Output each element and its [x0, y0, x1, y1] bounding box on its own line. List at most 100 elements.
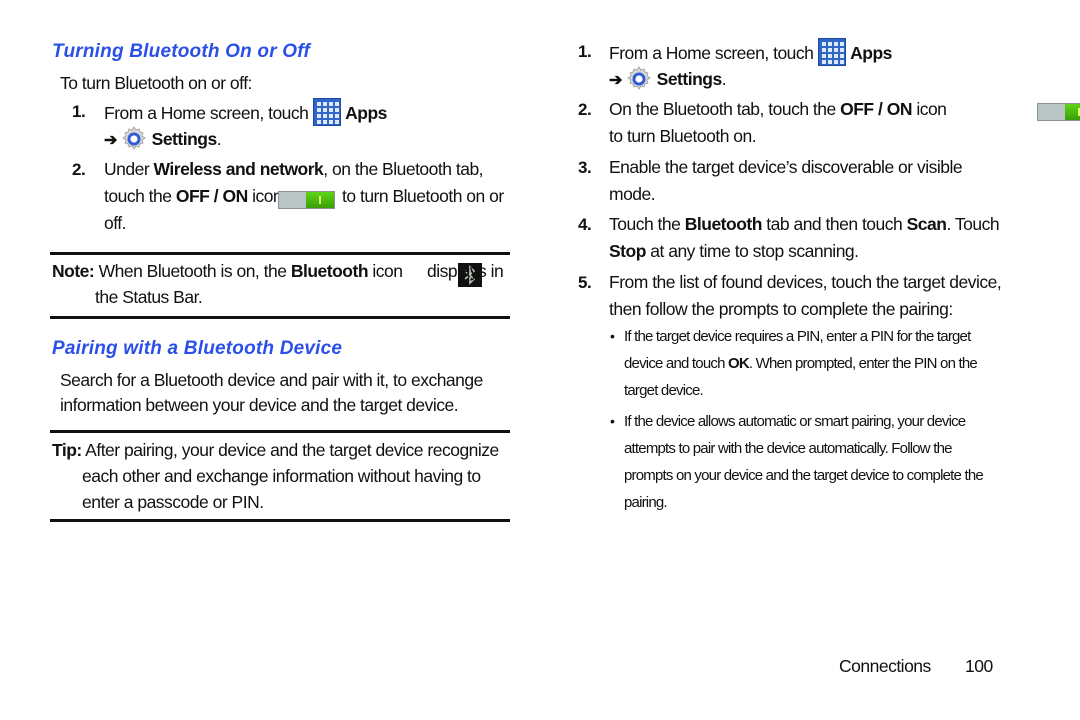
tip-line-3: enter a passcode or PIN.	[82, 492, 264, 512]
apps-grid-cell	[334, 120, 339, 124]
apps-grid-cell	[827, 42, 832, 46]
apps-grid-cell	[334, 108, 339, 112]
bullet-1-line-2: device and touch OK. When prompted, ente…	[624, 350, 978, 378]
bullet-2-line-3: prompts on your device and the target de…	[624, 467, 984, 484]
note-label: Note:	[52, 261, 95, 281]
apps-grid-cell	[839, 48, 844, 52]
step-1-settings-line: ➔ Settings.	[104, 126, 222, 154]
apps-label: Apps	[850, 43, 892, 63]
apps-grid-cell	[821, 48, 826, 52]
ok-label: OK	[727, 355, 750, 372]
text: at any time to stop scanning.	[645, 241, 859, 261]
text: icon	[368, 261, 403, 281]
text: tab and then touch	[761, 214, 907, 234]
off-on-toggle-icon	[1036, 103, 1080, 121]
pairing-paragraph-line-1: Search for a Bluetooth device and pair w…	[60, 370, 483, 390]
apps-grid-cell	[827, 54, 832, 58]
apps-grid-cell	[827, 60, 832, 64]
stop-label: Stop	[609, 241, 646, 261]
text: When Bluetooth is on, the	[94, 261, 291, 281]
settings-gear-icon	[122, 126, 147, 150]
text: icon	[911, 99, 947, 119]
divider	[50, 519, 510, 522]
text: From a Home screen, touch	[609, 43, 814, 63]
bluetooth-label: Bluetooth	[290, 261, 369, 281]
text: After pairing, your device and the targe…	[81, 440, 499, 460]
divider	[50, 430, 510, 433]
note-line-1: Note: When Bluetooth is on, the Bluetoot…	[52, 258, 403, 285]
right-step-1-text: From a Home screen, touch Apps	[609, 38, 892, 67]
text: , on the Bluetooth tab,	[323, 159, 484, 179]
apps-grid-cell	[839, 42, 844, 46]
apps-grid-cell	[827, 48, 832, 52]
intro-text: To turn Bluetooth on or off:	[60, 73, 252, 93]
pairing-paragraph-line-2: information between your device and the …	[60, 395, 459, 415]
tip-label: Tip:	[52, 440, 82, 460]
apps-grid-cell	[328, 114, 333, 118]
settings-label: Settings	[656, 69, 723, 89]
bullet-icon: •	[610, 328, 615, 344]
off-on-label: OFF / ON	[840, 99, 912, 119]
apps-grid-cell	[328, 120, 333, 124]
bullet-2-line-4: pairing.	[624, 494, 668, 511]
apps-grid-cell	[334, 102, 339, 106]
note-line-1b: displays in	[427, 261, 504, 281]
apps-grid-cell	[322, 102, 327, 106]
divider	[50, 316, 510, 319]
apps-grid-cell	[316, 102, 321, 106]
right-step-4-line-2: Stop at any time to stop scanning.	[609, 238, 859, 265]
bullet-1-line-1: If the target device requires a PIN, ent…	[624, 328, 971, 345]
step-2-line-2b: to turn Bluetooth on or	[342, 186, 504, 206]
apps-grid-cell	[322, 120, 327, 124]
settings-label: Settings	[151, 129, 218, 149]
apps-grid-cell	[316, 114, 321, 118]
text: . Touch	[946, 214, 1000, 234]
apps-grid-cell	[833, 60, 838, 64]
settings-gear-icon	[627, 66, 652, 90]
step-2-line-2: touch the OFF / ON icon	[104, 183, 283, 210]
right-step-2-line-2: to turn Bluetooth on.	[609, 126, 757, 146]
right-step-3-line-1: Enable the target device’s discoverable …	[609, 157, 963, 177]
text: device and touch	[624, 355, 728, 372]
step-number: 5.	[578, 273, 592, 292]
apps-grid-icon	[312, 98, 341, 126]
period: .	[721, 69, 727, 89]
apps-grid-cell	[833, 42, 838, 46]
apps-label: Apps	[345, 103, 387, 123]
bullet-2-line-1: If the device allows automatic or smart …	[624, 413, 966, 430]
apps-grid-cell	[316, 108, 321, 112]
note-line-2: the Status Bar.	[95, 287, 203, 307]
step-2-line-3: off.	[104, 213, 127, 233]
page-number: 100	[965, 656, 993, 676]
footer-section-name: Connections	[839, 656, 931, 676]
tip-line-1: Tip: After pairing, your device and the …	[52, 437, 499, 464]
divider	[50, 252, 510, 255]
right-step-5-line-1: From the list of found devices, touch th…	[609, 272, 1002, 292]
right-step-3-line-2: mode.	[609, 184, 656, 204]
bullet-icon: •	[610, 413, 615, 429]
text: . When prompted, enter the PIN on the	[748, 355, 978, 372]
off-on-toggle-icon	[278, 191, 335, 209]
text: Touch the	[609, 214, 685, 234]
right-step-5-line-2: then follow the prompts to complete the …	[609, 299, 953, 319]
step-number: 3.	[578, 158, 592, 177]
arrow-right-icon: ➔	[104, 132, 117, 149]
right-step-1-settings-line: ➔ Settings.	[609, 66, 727, 94]
step-2-line-1: Under Wireless and network, on the Bluet…	[104, 156, 484, 183]
step-number: 4.	[578, 215, 592, 234]
apps-grid-cell	[833, 54, 838, 58]
text: touch the	[104, 186, 176, 206]
section-title-turning-bluetooth: Turning Bluetooth On or Off	[52, 41, 310, 62]
apps-grid-cell	[839, 60, 844, 64]
right-step-4-line-1: Touch the Bluetooth tab and then touch S…	[609, 211, 1000, 238]
arrow-right-icon: ➔	[609, 72, 622, 89]
apps-grid-cell	[316, 120, 321, 124]
apps-grid-cell	[821, 60, 826, 64]
wireless-network-label: Wireless and network	[153, 159, 324, 179]
apps-grid-cell	[821, 54, 826, 58]
apps-grid-cell	[833, 48, 838, 52]
text: Under	[104, 159, 154, 179]
step-number: 2.	[72, 160, 86, 179]
off-on-label: OFF / ON	[175, 186, 248, 206]
apps-grid-cell	[839, 54, 844, 58]
